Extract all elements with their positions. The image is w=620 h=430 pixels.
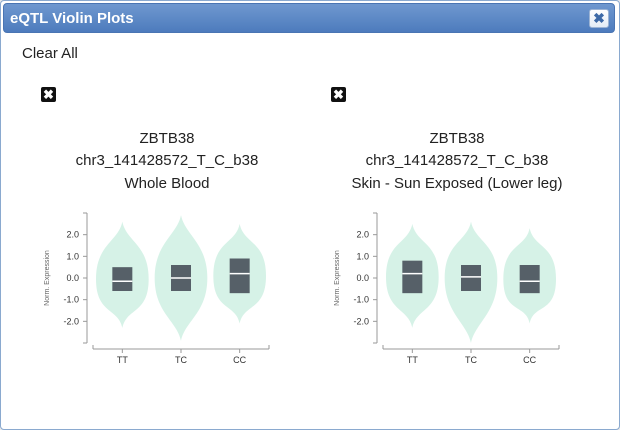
dialog-titlebar[interactable]: eQTL Violin Plots ✖ (3, 3, 615, 33)
iqr-box (229, 258, 250, 294)
y-tick-label: -1.0 (353, 295, 369, 305)
y-tick-label: -2.0 (63, 316, 79, 326)
x-tick-label: TT (407, 355, 418, 365)
plot-tissue-title: Whole Blood (124, 175, 210, 192)
iqr-box (402, 260, 423, 294)
violin-plot-panel: ✖ ZBTB38 chr3_141428572_T_C_b38 Skin - S… (319, 85, 599, 375)
y-tick-label: 2.0 (356, 230, 369, 240)
violin-plots-dialog: eQTL Violin Plots ✖ Clear All ✖ ZBTB38 c… (0, 0, 620, 430)
x-tick-label: TT (117, 355, 128, 365)
y-tick-label: -2.0 (353, 316, 369, 326)
y-tick-label: 0.0 (66, 273, 79, 283)
violin-chart: 2.0 1.0 0.0 -1.0 -2.0 Norm. Expression TT TC CC (334, 212, 560, 365)
y-axis-label: Norm. Expression (44, 250, 51, 306)
y-tick-label: 0.0 (356, 273, 369, 283)
plot-tissue-title: Skin - Sun Exposed (Lower leg) (351, 175, 563, 192)
y-tick-label: 1.0 (66, 251, 79, 261)
plot-variant-title: chr3_141428572_T_C_b38 (75, 152, 259, 169)
plot-variant-title: chr3_141428572_T_C_b38 (365, 152, 549, 169)
violin-plot-panel: ✖ ZBTB38 chr3_141428572_T_C_b38 Whole Bl… (29, 85, 309, 375)
x-tick-label: TC (175, 355, 187, 365)
x-tick-label: CC (523, 355, 536, 365)
iqr-box (112, 267, 133, 291)
remove-plot-icon[interactable]: ✖ (331, 87, 346, 102)
iqr-box (519, 265, 540, 294)
violin-chart: 2.0 1.0 0.0 -1.0 -2.0 Norm. Expression TT TC CC (44, 212, 270, 365)
remove-plot-icon[interactable]: ✖ (41, 87, 56, 102)
x-tick-label: CC (233, 355, 246, 365)
y-tick-label: -1.0 (63, 295, 79, 305)
plot-gene-title: ZBTB38 (139, 130, 195, 147)
y-axis-label: Norm. Expression (334, 250, 341, 306)
clear-all-button[interactable]: Clear All (22, 45, 78, 62)
y-tick-label: 2.0 (66, 230, 79, 240)
dialog-title: eQTL Violin Plots (10, 10, 134, 27)
x-tick-label: TC (465, 355, 477, 365)
close-icon[interactable]: ✖ (589, 9, 609, 28)
y-tick-label: 1.0 (356, 251, 369, 261)
plot-gene-title: ZBTB38 (429, 130, 485, 147)
iqr-box (461, 265, 481, 291)
